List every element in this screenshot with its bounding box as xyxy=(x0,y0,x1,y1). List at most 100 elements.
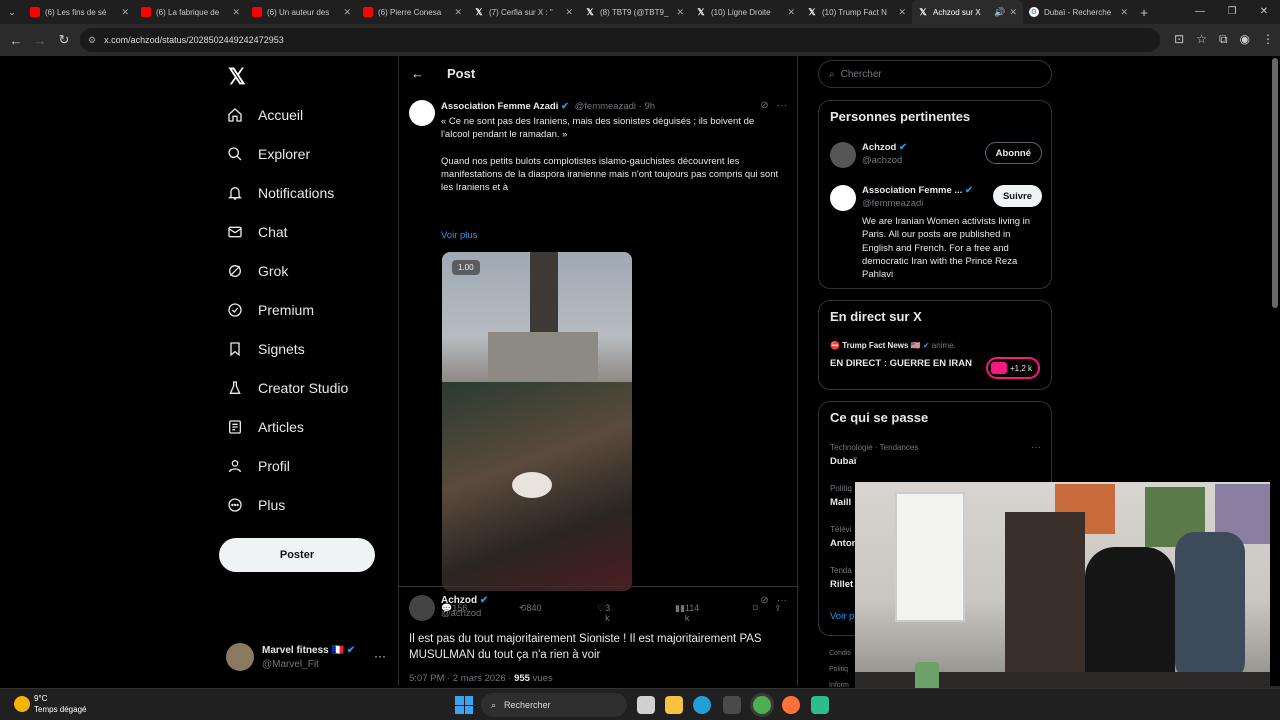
live-event-title[interactable]: EN DIRECT : GUERRE EN IRAN xyxy=(830,358,972,369)
trend-item[interactable]: Rillet xyxy=(830,579,853,590)
post-author[interactable]: Achzod ✔ xyxy=(441,595,488,606)
nav-bookmarks[interactable]: Signets xyxy=(226,334,305,364)
back-arrow-icon[interactable]: ← xyxy=(411,66,424,81)
close-icon[interactable]: ✕ xyxy=(343,7,351,18)
search-icon: ⌕ xyxy=(491,699,497,710)
avatar[interactable] xyxy=(409,100,435,126)
more-dots-icon[interactable]: ··· xyxy=(1031,442,1041,453)
nav-notifications[interactable]: Notifications xyxy=(226,178,334,208)
forward-icon[interactable]: → xyxy=(28,33,52,48)
quoted-post[interactable]: Association Femme Azadi ✔ @femmeazadi · … xyxy=(399,92,799,623)
nav-home[interactable]: Accueil xyxy=(226,100,303,130)
close-window-icon[interactable]: ✕ xyxy=(1248,0,1280,24)
menu-icon[interactable]: ⋮ xyxy=(1262,32,1274,47)
app-icon[interactable] xyxy=(811,696,829,714)
more-dots-icon[interactable]: ··· xyxy=(777,100,787,111)
maximize-icon[interactable]: ❐ xyxy=(1216,0,1248,24)
search-input[interactable]: ⌕ Chercher xyxy=(818,60,1052,88)
avatar[interactable] xyxy=(830,142,856,168)
nav-articles[interactable]: Articles xyxy=(226,412,304,442)
main-post[interactable]: Achzod ✔ @achzod ⊘ ··· Il est pas du tou… xyxy=(399,586,799,686)
more-dots-icon[interactable]: ··· xyxy=(374,649,386,663)
nav-grok[interactable]: Grok xyxy=(226,256,288,286)
browser-tab[interactable]: (6) La fabrique de ✕ xyxy=(135,0,246,24)
live-host[interactable]: ⛔ Trump Fact News 🇺🇸 ✔ anime. xyxy=(830,341,956,350)
browser-tab[interactable]: 𝕏 (10) Trump Fact N ✕ xyxy=(801,0,912,24)
nav-creator-studio[interactable]: Creator Studio xyxy=(226,373,348,403)
show-more-link[interactable]: Voir plus xyxy=(441,230,477,241)
nav-explore[interactable]: Explorer xyxy=(226,139,310,169)
extensions-icon[interactable]: ⧉ xyxy=(1219,32,1228,47)
close-icon[interactable]: ✕ xyxy=(565,7,573,18)
browser-tab[interactable]: (6) Les fins de sé ✕ xyxy=(24,0,135,24)
nav-more[interactable]: Plus xyxy=(226,490,285,520)
home-icon xyxy=(226,106,244,124)
back-icon[interactable]: ← xyxy=(4,33,28,48)
browser-tab[interactable]: (6) Un auteur des ✕ xyxy=(246,0,357,24)
tab-search-icon[interactable]: ⌄ xyxy=(0,0,24,24)
close-icon[interactable]: ✕ xyxy=(121,7,129,18)
browser-tab[interactable]: (6) Pierre Conesa ✕ xyxy=(357,0,468,24)
person-icon xyxy=(226,457,244,475)
grok-icon[interactable]: ⊘ xyxy=(760,595,768,606)
live-listeners-badge[interactable]: +1,2 k xyxy=(985,357,1040,379)
store-icon[interactable] xyxy=(723,696,741,714)
scrollbar-thumb[interactable] xyxy=(1272,58,1278,308)
nav-profile[interactable]: Profil xyxy=(226,451,290,481)
youtube-icon xyxy=(363,7,373,17)
close-icon[interactable]: ✕ xyxy=(676,7,684,18)
reload-icon[interactable]: ↻ xyxy=(52,32,76,48)
show-more-link[interactable]: Voir p xyxy=(830,611,854,622)
star-icon[interactable]: ☆ xyxy=(1196,32,1207,47)
speaker-icon[interactable]: 🔊 xyxy=(994,7,1005,18)
post-button[interactable]: Poster xyxy=(219,538,375,572)
new-tab-button[interactable]: + xyxy=(1134,5,1154,20)
post-menu: ⊘ ··· xyxy=(760,100,787,111)
person-item[interactable]: Achzod ✔ @achzod Abonné xyxy=(830,142,1042,170)
close-icon[interactable]: ✕ xyxy=(454,7,462,18)
nav-premium[interactable]: Premium xyxy=(226,295,314,325)
card-title: Ce qui se passe xyxy=(830,410,929,425)
video-frame-cup xyxy=(512,472,552,498)
minimize-icon[interactable]: — xyxy=(1184,0,1216,24)
browser-tab[interactable]: G Dubaï - Recherche ✕ xyxy=(1023,0,1134,24)
windows-start-icon[interactable] xyxy=(455,696,473,714)
page-scrollbar[interactable] xyxy=(1270,56,1280,686)
following-button[interactable]: Abonné xyxy=(984,142,1042,164)
browser-tab[interactable]: 𝕏 (10) Ligne Droite ✕ xyxy=(690,0,801,24)
nav-chat[interactable]: Chat xyxy=(226,217,288,247)
close-icon[interactable]: ✕ xyxy=(898,7,906,18)
video-player[interactable]: 1.00 xyxy=(442,252,632,591)
avatar[interactable] xyxy=(830,185,856,211)
close-icon[interactable]: ✕ xyxy=(232,7,240,18)
post-author[interactable]: Association Femme Azadi ✔ @femmeazadi · … xyxy=(441,101,655,112)
trend-item[interactable]: Maill xyxy=(830,497,851,508)
close-icon[interactable]: ✕ xyxy=(1009,7,1017,18)
trend-item[interactable]: Dubaï xyxy=(830,456,856,467)
edge-icon[interactable] xyxy=(693,696,711,714)
weather-widget[interactable]: 9°C Temps dégagé xyxy=(14,693,86,715)
profile-icon[interactable]: ◉ xyxy=(1240,32,1250,47)
file-explorer-icon[interactable] xyxy=(665,696,683,714)
chrome-icon[interactable] xyxy=(753,696,771,714)
person-item[interactable]: Association Femme ... ✔ @femmeazadi Suiv… xyxy=(830,185,1042,285)
browser-tab[interactable]: 𝕏 (8) TBT9 (@TBT9_ ✕ xyxy=(579,0,690,24)
browser-tab-active[interactable]: 𝕏 Achzod sur X 🔊 ✕ xyxy=(912,0,1023,24)
avatar[interactable] xyxy=(409,595,435,621)
browser-tab[interactable]: 𝕏 (7) Cerfia sur X : " ✕ xyxy=(468,0,579,24)
site-info-icon[interactable]: ⚙ xyxy=(88,35,96,46)
install-icon[interactable]: ⊡ xyxy=(1174,32,1184,47)
trend-item[interactable]: Anton xyxy=(830,538,857,549)
account-switcher[interactable]: Marvel fitness 🇫🇷 ✔ @Marvel_Fit ··· xyxy=(226,643,396,675)
follow-button[interactable]: Suivre xyxy=(992,185,1042,207)
more-dots-icon[interactable]: ··· xyxy=(777,595,787,606)
url-field[interactable]: ⚙ x.com/achzod/status/202850244924247295… xyxy=(80,28,1160,52)
close-icon[interactable]: ✕ xyxy=(1120,7,1128,18)
taskbar-search[interactable]: ⌕ Rechercher xyxy=(481,693,627,717)
playback-speed-badge[interactable]: 1.00 xyxy=(452,260,480,275)
close-icon[interactable]: ✕ xyxy=(787,7,795,18)
grok-icon[interactable]: ⊘ xyxy=(760,100,768,111)
firefox-icon[interactable] xyxy=(782,696,800,714)
task-view-icon[interactable] xyxy=(637,696,655,714)
x-logo-icon[interactable]: 𝕏 xyxy=(228,64,246,90)
